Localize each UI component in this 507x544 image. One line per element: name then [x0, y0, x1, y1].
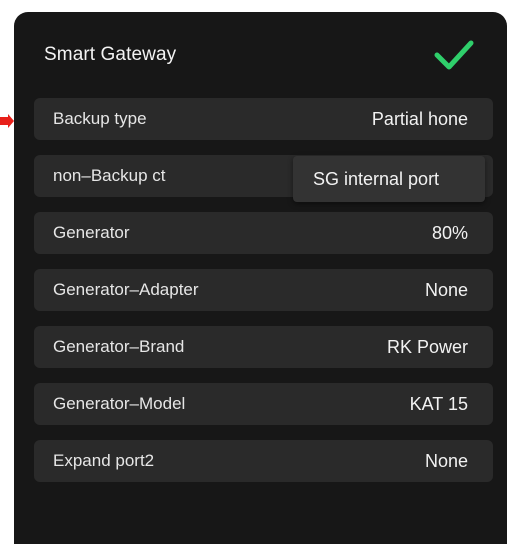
setting-label: non–Backup ct — [53, 166, 166, 185]
setting-value: Partial hone — [371, 109, 468, 129]
setting-value: None — [424, 280, 468, 300]
setting-value: None — [424, 451, 468, 471]
panel-header: Smart Gateway — [14, 12, 507, 98]
pointer-arrow-icon — [0, 114, 14, 128]
settings-list: Backup type Partial hone non–Backup ct S… — [34, 98, 493, 497]
setting-label: Generator–Brand — [53, 337, 185, 356]
setting-value: RK Power — [386, 337, 468, 357]
checkmark-icon — [434, 40, 474, 70]
setting-value: 80% — [431, 223, 468, 243]
screen: Smart Gateway Backup type Partial hone n… — [0, 0, 507, 544]
setting-row-generator-adapter[interactable]: Generator–Adapter None — [34, 269, 493, 311]
setting-row-non-backup-ct[interactable]: non–Backup ct SG internal port — [34, 155, 493, 202]
setting-row-expand-port2[interactable]: Expand port2 None — [34, 440, 493, 482]
dropdown-selected-value: SG internal port — [313, 169, 440, 189]
smart-gateway-panel: Smart Gateway Backup type Partial hone n… — [14, 12, 507, 544]
panel-title: Smart Gateway — [44, 44, 177, 65]
setting-label: Generator — [53, 223, 130, 242]
setting-label: Backup type — [53, 109, 147, 128]
setting-row-generator-brand[interactable]: Generator–Brand RK Power — [34, 326, 493, 368]
setting-value: KAT 15 — [409, 394, 468, 414]
setting-label: Expand port2 — [53, 451, 155, 470]
confirm-button[interactable] — [432, 37, 476, 73]
setting-label: Generator–Adapter — [53, 280, 199, 299]
non-backup-ct-dropdown[interactable]: SG internal port — [293, 156, 485, 202]
setting-label: Generator–Model — [53, 394, 186, 413]
setting-row-generator[interactable]: Generator 80% — [34, 212, 493, 254]
setting-row-generator-model[interactable]: Generator–Model KAT 15 — [34, 383, 493, 425]
setting-row-backup-type[interactable]: Backup type Partial hone — [34, 98, 493, 140]
